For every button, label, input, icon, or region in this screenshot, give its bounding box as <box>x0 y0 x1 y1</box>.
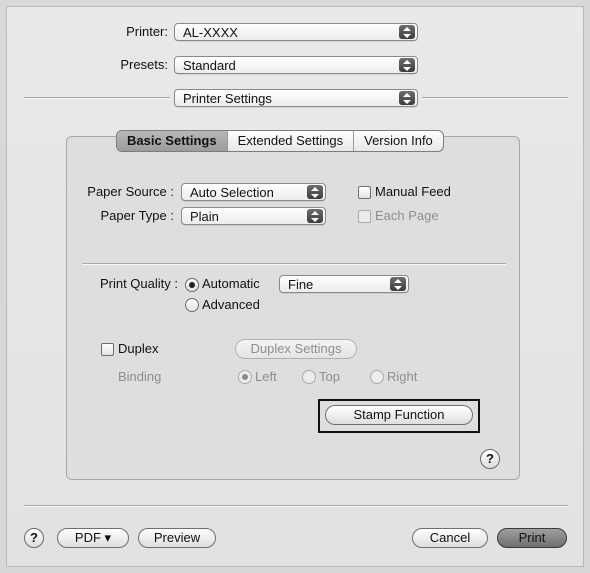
tab-extended-settings[interactable]: Extended Settings <box>226 131 354 151</box>
popup-arrows-icon <box>399 25 415 39</box>
quality-value: Fine <box>288 277 314 292</box>
paper-type-popup[interactable]: Plain <box>181 207 326 225</box>
binding-left-radio[interactable] <box>238 370 252 384</box>
separator-line <box>24 97 170 99</box>
help-button[interactable]: ? <box>24 528 44 548</box>
duplex-checkbox[interactable] <box>101 343 114 356</box>
each-page-label: Each Page <box>375 208 439 223</box>
cancel-button[interactable]: Cancel <box>412 528 488 548</box>
printer-popup[interactable]: AL-XXXX <box>174 23 418 41</box>
pdf-menu-button[interactable]: PDF ▾ <box>57 528 129 548</box>
presets-value: Standard <box>183 58 236 73</box>
binding-right-radio[interactable] <box>370 370 384 384</box>
footer-separator <box>24 505 568 507</box>
stamp-function-button[interactable]: Stamp Function <box>325 405 473 425</box>
each-page-checkbox[interactable] <box>358 210 371 223</box>
automatic-radio[interactable] <box>185 278 199 292</box>
group-divider <box>82 263 506 265</box>
popup-arrows-icon <box>307 185 323 199</box>
tab-basic-settings[interactable]: Basic Settings <box>117 131 227 151</box>
paper-source-label: Paper Source : <box>87 184 174 199</box>
manual-feed-checkbox[interactable] <box>358 186 371 199</box>
group-help-button[interactable]: ? <box>480 449 500 469</box>
preview-button[interactable]: Preview <box>138 528 216 548</box>
manual-feed-label: Manual Feed <box>375 184 451 199</box>
paper-source-value: Auto Selection <box>190 185 274 200</box>
paper-type-label: Paper Type : <box>100 208 174 223</box>
popup-arrows-icon <box>399 91 415 105</box>
presets-popup[interactable]: Standard <box>174 56 418 74</box>
binding-top-label: Top <box>319 369 340 384</box>
advanced-radio[interactable] <box>185 298 199 312</box>
panel-popup[interactable]: Printer Settings <box>174 89 418 107</box>
popup-arrows-icon <box>399 58 415 72</box>
panel-value: Printer Settings <box>183 91 272 106</box>
advanced-label: Advanced <box>202 297 260 312</box>
popup-arrows-icon <box>307 209 323 223</box>
duplex-label: Duplex <box>118 341 159 356</box>
binding-left-label: Left <box>255 369 277 384</box>
printer-label: Printer: <box>126 24 168 39</box>
print-button[interactable]: Print <box>497 528 567 548</box>
paper-source-popup[interactable]: Auto Selection <box>181 183 326 201</box>
separator-line <box>422 97 568 99</box>
duplex-settings-button[interactable]: Duplex Settings <box>235 339 357 359</box>
binding-top-radio[interactable] <box>302 370 316 384</box>
popup-arrows-icon <box>390 277 406 291</box>
quality-popup[interactable]: Fine <box>279 275 409 293</box>
printer-value: AL-XXXX <box>183 25 238 40</box>
binding-label: Binding <box>118 369 162 384</box>
presets-label: Presets: <box>120 57 168 72</box>
settings-tabs: Basic Settings Extended Settings Version… <box>116 130 444 152</box>
automatic-label: Automatic <box>202 276 260 291</box>
tab-version-info[interactable]: Version Info <box>353 131 443 151</box>
binding-right-label: Right <box>387 369 418 384</box>
paper-type-value: Plain <box>190 209 219 224</box>
print-quality-label: Print Quality : <box>99 276 178 291</box>
